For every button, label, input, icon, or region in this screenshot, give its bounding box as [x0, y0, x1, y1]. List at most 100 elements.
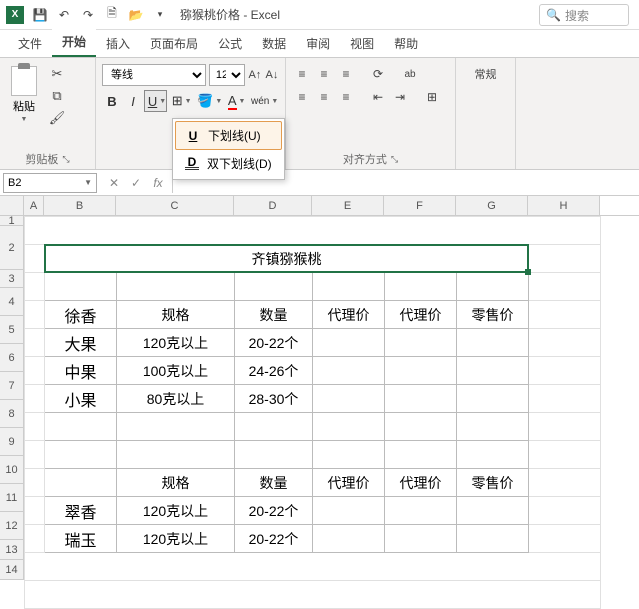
cell[interactable]: 零售价 [457, 301, 529, 329]
cell[interactable]: 大果 [45, 329, 117, 357]
cell[interactable]: 瑞玉 [45, 525, 117, 553]
col-header[interactable]: F [384, 196, 456, 215]
cell[interactable] [457, 329, 529, 357]
font-color-button[interactable]: A▼ [224, 90, 246, 112]
row-header[interactable]: 7 [0, 372, 24, 400]
cell[interactable] [385, 525, 457, 553]
increase-indent-icon[interactable]: ⇥ [390, 87, 410, 107]
enter-formula-icon[interactable]: ✓ [126, 176, 146, 190]
search-input[interactable]: 🔍 搜索 [539, 4, 629, 26]
cell[interactable]: 120克以上 [117, 497, 235, 525]
decrease-font-icon[interactable]: A↓ [265, 64, 279, 86]
font-size-select[interactable]: 12 [209, 64, 245, 86]
tab-insert[interactable]: 插入 [96, 30, 140, 57]
cell[interactable]: 数量 [235, 301, 313, 329]
cell[interactable]: 20-22个 [235, 525, 313, 553]
font-name-select[interactable]: 等线 [102, 64, 206, 86]
tab-home[interactable]: 开始 [52, 28, 96, 57]
cell[interactable]: 规格 [117, 469, 235, 497]
cell[interactable] [457, 525, 529, 553]
cell[interactable]: 小果 [45, 385, 117, 413]
chevron-down-icon[interactable]: ▼ [159, 98, 166, 105]
cell[interactable] [385, 413, 457, 441]
align-right-icon[interactable]: ≡ [336, 87, 356, 107]
save-icon[interactable]: 💾 [29, 4, 51, 26]
cell[interactable] [313, 385, 385, 413]
underline-button[interactable]: U▼ [144, 90, 167, 112]
col-header[interactable]: C [116, 196, 234, 215]
cell[interactable]: 零售价 [457, 469, 529, 497]
tab-view[interactable]: 视图 [340, 30, 384, 57]
cell[interactable]: 20-22个 [235, 329, 313, 357]
row-header[interactable]: 3 [0, 270, 24, 288]
paste-button[interactable]: 粘贴 ▼ [6, 62, 42, 123]
cell[interactable] [313, 525, 385, 553]
row-header[interactable]: 13 [0, 540, 24, 560]
row-header[interactable]: 8 [0, 400, 24, 428]
wrap-text-icon[interactable]: ab [400, 64, 420, 84]
tab-pagelayout[interactable]: 页面布局 [140, 30, 208, 57]
cell[interactable]: 数量 [235, 469, 313, 497]
cell[interactable]: 24-26个 [235, 357, 313, 385]
col-header[interactable]: A [24, 196, 44, 215]
cell[interactable] [457, 441, 529, 469]
row-header[interactable]: 14 [0, 560, 24, 580]
cell[interactable] [235, 441, 313, 469]
cell[interactable] [385, 385, 457, 413]
cell[interactable] [313, 497, 385, 525]
cell[interactable]: 28-30个 [235, 385, 313, 413]
col-header[interactable]: H [528, 196, 600, 215]
fx-icon[interactable]: fx [148, 176, 168, 190]
cells-grid[interactable]: 齐镇猕猴桃 徐香规格数量代理价代理价零售价 大果120克以上20-22个 中果1… [24, 216, 601, 609]
cell[interactable] [457, 413, 529, 441]
row-header[interactable]: 2 [0, 226, 24, 270]
cell[interactable] [45, 469, 117, 497]
col-header[interactable]: G [456, 196, 528, 215]
cell[interactable]: 20-22个 [235, 497, 313, 525]
cancel-formula-icon[interactable]: ✕ [104, 176, 124, 190]
align-launcher-icon[interactable]: ⤡ [391, 154, 398, 165]
cell[interactable]: 代理价 [313, 469, 385, 497]
fill-color-button[interactable]: 🪣▼ [193, 90, 223, 112]
cell[interactable]: 代理价 [385, 301, 457, 329]
cell[interactable]: 徐香 [45, 301, 117, 329]
cell[interactable]: 代理价 [385, 469, 457, 497]
row-header[interactable]: 6 [0, 344, 24, 372]
cell[interactable] [385, 497, 457, 525]
worksheet[interactable]: A B C D E F G H 1 2 3 4 5 6 7 8 9 10 11 … [0, 196, 639, 216]
cell[interactable]: 规格 [117, 301, 235, 329]
row-header[interactable]: 9 [0, 428, 24, 456]
tab-help[interactable]: 帮助 [384, 30, 428, 57]
increase-font-icon[interactable]: A↑ [248, 64, 262, 86]
redo-icon[interactable]: ↷ [77, 4, 99, 26]
number-format-select[interactable]: 常规 [462, 62, 509, 165]
cut-icon[interactable]: ✂ [46, 64, 68, 84]
cell[interactable] [313, 441, 385, 469]
row-header[interactable]: 10 [0, 456, 24, 484]
col-header[interactable]: E [312, 196, 384, 215]
cell[interactable]: 代理价 [313, 301, 385, 329]
cell[interactable]: 120克以上 [117, 525, 235, 553]
row-header[interactable]: 12 [0, 512, 24, 540]
align-top-icon[interactable]: ≡ [292, 64, 312, 84]
cell[interactable] [45, 413, 117, 441]
cell[interactable] [313, 329, 385, 357]
align-middle-icon[interactable]: ≡ [314, 64, 334, 84]
cell-title[interactable]: 齐镇猕猴桃 [45, 245, 529, 273]
col-header[interactable]: B [44, 196, 116, 215]
underline-double-item[interactable]: D 双下划线(D) [175, 150, 282, 177]
copy-icon[interactable]: ⧉ [46, 86, 68, 106]
row-header[interactable]: 11 [0, 484, 24, 512]
cell[interactable] [457, 357, 529, 385]
phonetic-button[interactable]: wén▼ [247, 90, 279, 112]
cell[interactable]: 120克以上 [117, 329, 235, 357]
row-header[interactable]: 1 [0, 216, 24, 226]
undo-icon[interactable]: ↶ [53, 4, 75, 26]
cell[interactable]: 中果 [45, 357, 117, 385]
cell[interactable] [117, 413, 235, 441]
cell[interactable] [45, 441, 117, 469]
orientation-icon[interactable]: ⟳ [368, 64, 388, 84]
row-header[interactable]: 4 [0, 288, 24, 316]
border-button[interactable]: ⊞▼ [168, 90, 192, 112]
bold-button[interactable]: B [102, 90, 122, 112]
